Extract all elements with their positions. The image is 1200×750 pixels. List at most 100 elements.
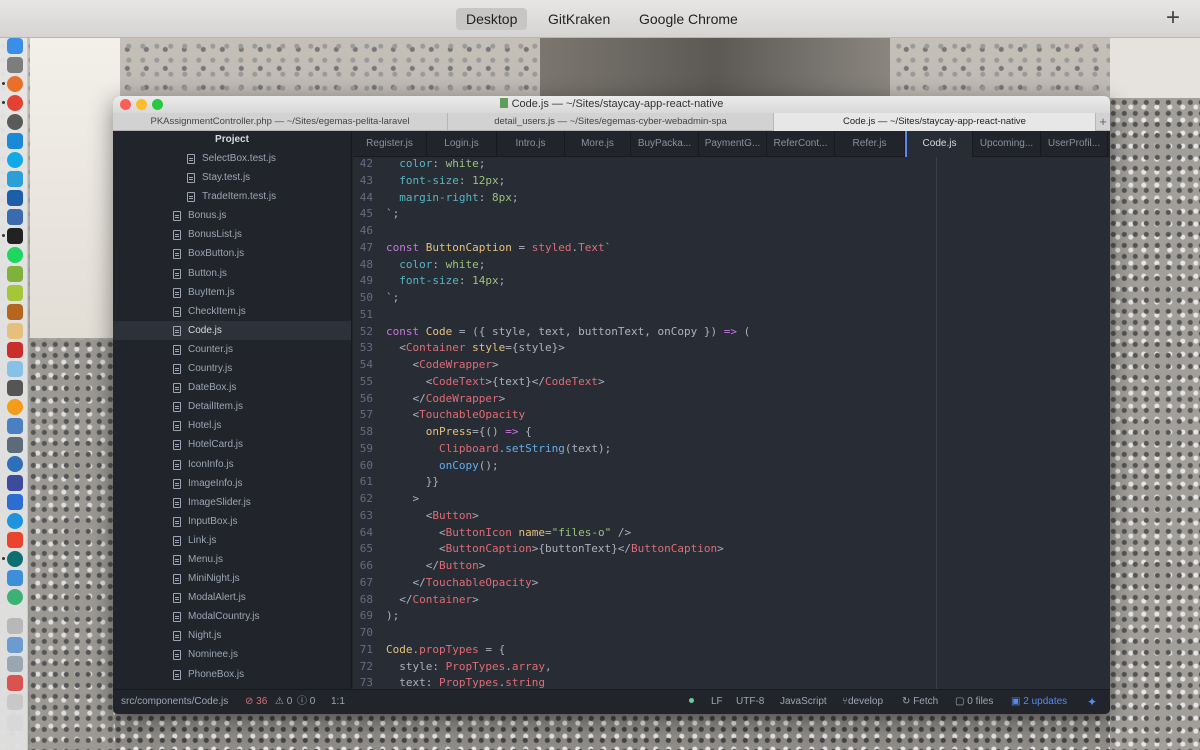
- space-google-chrome[interactable]: Google Chrome: [629, 8, 748, 30]
- terminal-icon[interactable]: [7, 228, 23, 244]
- firefox-icon[interactable]: [7, 76, 23, 92]
- atom-icon[interactable]: [7, 551, 23, 567]
- add-space-button[interactable]: +: [1166, 6, 1180, 30]
- file-tree-item[interactable]: BonusList.js: [113, 225, 351, 244]
- line-ending[interactable]: LF: [711, 690, 723, 714]
- app-icon[interactable]: [7, 380, 23, 396]
- warning-count[interactable]: ⚠ 0: [275, 690, 292, 714]
- editor-tab[interactable]: More.js: [565, 131, 631, 157]
- file-tree-item[interactable]: Bonus.js: [113, 206, 351, 225]
- window-tab[interactable]: PKAssignmentController.php — ~/Sites/ege…: [113, 113, 448, 131]
- file-tree-item[interactable]: ImageInfo.js: [113, 474, 351, 493]
- editor-tab[interactable]: Register.js: [353, 131, 427, 157]
- info-count[interactable]: ⓘ 0: [297, 690, 315, 714]
- app-icon[interactable]: [7, 304, 23, 320]
- file-tree-item[interactable]: BoxButton.js: [113, 244, 351, 263]
- app-icon[interactable]: [7, 418, 23, 434]
- editor-tab-active[interactable]: Code.js: [905, 131, 973, 157]
- file-tree-item[interactable]: PhoneBox.js: [113, 665, 351, 684]
- messenger-icon[interactable]: [7, 133, 23, 149]
- virtualbox-icon[interactable]: [7, 209, 23, 225]
- editor-tab[interactable]: Login.js: [427, 131, 497, 157]
- editor-tab[interactable]: Refer.js: [835, 131, 905, 157]
- document-icon[interactable]: [7, 618, 23, 634]
- cursor-position[interactable]: 1:1: [331, 690, 345, 714]
- android-icon[interactable]: [7, 285, 23, 301]
- git-fetch-button[interactable]: ↻ Fetch: [902, 690, 938, 714]
- changed-files[interactable]: ▢ 0 files: [955, 690, 993, 714]
- file-tree-item[interactable]: Stay.test.js: [113, 168, 351, 187]
- file-tree-item[interactable]: BuyItem.js: [113, 283, 351, 302]
- file-icon: [173, 383, 181, 394]
- editor-tab[interactable]: Upcoming...: [973, 131, 1041, 157]
- file-tree-item[interactable]: CheckItem.js: [113, 302, 351, 321]
- window-tab[interactable]: detail_users.js — ~/Sites/egemas-cyber-w…: [448, 113, 774, 131]
- launchpad-icon[interactable]: [7, 57, 23, 73]
- spotify-icon[interactable]: [7, 247, 23, 263]
- file-tree-item[interactable]: Counter.js: [113, 340, 351, 359]
- app-icon[interactable]: [7, 589, 23, 605]
- file-tree-item[interactable]: DetailItem.js: [113, 397, 351, 416]
- updates-button[interactable]: ▣ 2 updates: [1011, 690, 1067, 714]
- new-window-tab-button[interactable]: +: [1096, 113, 1110, 131]
- file-tree-item[interactable]: Code.js: [113, 320, 351, 340]
- file-tree-item[interactable]: MiniNight.js: [113, 569, 351, 588]
- file-tree-item[interactable]: ImageSlider.js: [113, 493, 351, 512]
- error-count[interactable]: ⊘ 36: [245, 690, 267, 714]
- encoding[interactable]: UTF-8: [736, 690, 764, 714]
- vscode-icon[interactable]: [7, 190, 23, 206]
- file-tree-item[interactable]: InputBox.js: [113, 512, 351, 531]
- downloads-icon[interactable]: [7, 694, 23, 710]
- database-icon[interactable]: [7, 323, 23, 339]
- docker-icon[interactable]: [7, 361, 23, 377]
- code-editor[interactable]: 42 color: white; 43 font-size: 12px; 44 ma…: [353, 157, 1110, 689]
- file-tree-item[interactable]: TradeItem.test.js: [113, 187, 351, 206]
- editor-tab[interactable]: Intro.js: [497, 131, 565, 157]
- android-studio-icon[interactable]: [7, 266, 23, 282]
- teamviewer-icon[interactable]: [7, 513, 23, 529]
- editor-tab[interactable]: BuyPacka...: [631, 131, 699, 157]
- twitter-icon[interactable]: ✦: [1087, 690, 1097, 714]
- file-path[interactable]: src/components/Code.js: [121, 690, 228, 714]
- file-tree-item[interactable]: Nominee.js: [113, 645, 351, 664]
- file-tree-item[interactable]: IconInfo.js: [113, 455, 351, 474]
- app-icon[interactable]: [7, 437, 23, 453]
- window-tab-active[interactable]: Code.js — ~/Sites/staycay-app-react-nati…: [774, 113, 1096, 131]
- file-icon: [173, 306, 181, 317]
- editor-tab[interactable]: UserProfil...: [1041, 131, 1108, 157]
- git-branch[interactable]: ⑂develop: [842, 690, 883, 714]
- file-tree-item[interactable]: Link.js: [113, 531, 351, 550]
- file-tree-item[interactable]: HotelCard.js: [113, 435, 351, 454]
- app-icon[interactable]: [7, 532, 23, 548]
- file-tree-item[interactable]: Button.js: [113, 264, 351, 283]
- file-tree-item[interactable]: Country.js: [113, 359, 351, 378]
- grammar[interactable]: JavaScript: [780, 690, 827, 714]
- safari-icon[interactable]: [7, 114, 23, 130]
- code-token: ;: [478, 257, 486, 271]
- space-desktop[interactable]: Desktop: [456, 8, 528, 30]
- app-icon[interactable]: [7, 494, 23, 510]
- app-icon[interactable]: [7, 656, 23, 672]
- trash-icon[interactable]: [7, 715, 23, 731]
- app-icon[interactable]: [7, 456, 23, 472]
- app-icon[interactable]: [7, 399, 23, 415]
- file-tree-item[interactable]: ModalCountry.js: [113, 607, 351, 626]
- file-tree-item[interactable]: Night.js: [113, 626, 351, 645]
- chrome-icon[interactable]: [7, 95, 23, 111]
- editor-tab[interactable]: PaymentG...: [699, 131, 767, 157]
- space-gitkraken[interactable]: GitKraken: [538, 8, 620, 30]
- file-tree-item[interactable]: SelectBox.test.js: [113, 149, 351, 168]
- file-tree-item[interactable]: Menu.js: [113, 550, 351, 569]
- app-icon[interactable]: [7, 475, 23, 491]
- file-tree-item[interactable]: ModalAlert.js: [113, 588, 351, 607]
- filezilla-icon[interactable]: [7, 342, 23, 358]
- file-tree-item[interactable]: Hotel.js: [113, 416, 351, 435]
- app-icon[interactable]: [7, 675, 23, 691]
- editor-tab[interactable]: ReferCont...: [767, 131, 835, 157]
- app-icon[interactable]: [7, 637, 23, 653]
- app-icon[interactable]: [7, 570, 23, 586]
- file-tree-item[interactable]: DateBox.js: [113, 378, 351, 397]
- skype-icon[interactable]: [7, 152, 23, 168]
- telegram-icon[interactable]: [7, 171, 23, 187]
- finder-icon[interactable]: [7, 38, 23, 54]
